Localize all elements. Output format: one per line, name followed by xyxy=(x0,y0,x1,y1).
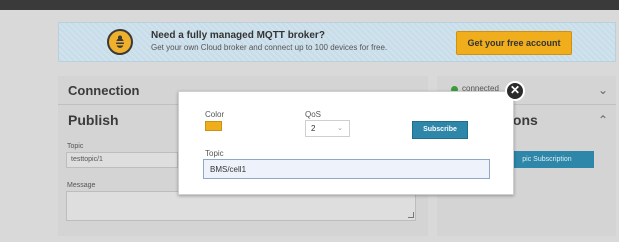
qos-select[interactable]: 2 ⌄ xyxy=(305,120,350,137)
topic-label: Topic xyxy=(205,149,224,158)
subscribe-button[interactable]: Subscribe xyxy=(412,121,468,139)
publish-message-textarea[interactable] xyxy=(66,191,416,221)
publish-topic-label: Topic xyxy=(67,143,84,150)
banner-title: Need a fully managed MQTT broker? xyxy=(151,30,325,41)
connection-title: Connection xyxy=(68,83,140,98)
color-label: Color xyxy=(205,110,225,119)
publish-topic-input[interactable]: testtopic/1 xyxy=(66,152,178,168)
subscription-modal: Color QoS 2 ⌄ Subscribe Topic BMS/cell1 xyxy=(178,91,514,195)
color-picker[interactable] xyxy=(205,121,222,131)
get-free-account-button[interactable]: Get your free account xyxy=(456,31,572,55)
qos-label: QoS xyxy=(305,110,322,119)
bee-logo-icon xyxy=(107,29,133,55)
publish-message-label: Message xyxy=(67,182,96,189)
chevron-up-icon[interactable]: ⌃ xyxy=(598,114,608,126)
publish-title: Publish xyxy=(68,112,119,128)
banner-subtitle: Get your own Cloud broker and connect up… xyxy=(151,43,388,52)
resize-handle-icon[interactable] xyxy=(408,212,414,218)
promo-banner: Need a fully managed MQTT broker? Get yo… xyxy=(58,22,616,62)
browser-top-bar xyxy=(0,0,619,10)
chevron-down-icon[interactable]: ⌄ xyxy=(598,84,608,96)
add-topic-subscription-button[interactable]: pic Subscription xyxy=(500,151,594,168)
topic-input[interactable]: BMS/cell1 xyxy=(203,159,490,179)
chevron-down-icon: ⌄ xyxy=(337,125,343,132)
qos-selected-value: 2 xyxy=(311,124,316,133)
close-icon[interactable]: ✕ xyxy=(505,81,525,101)
